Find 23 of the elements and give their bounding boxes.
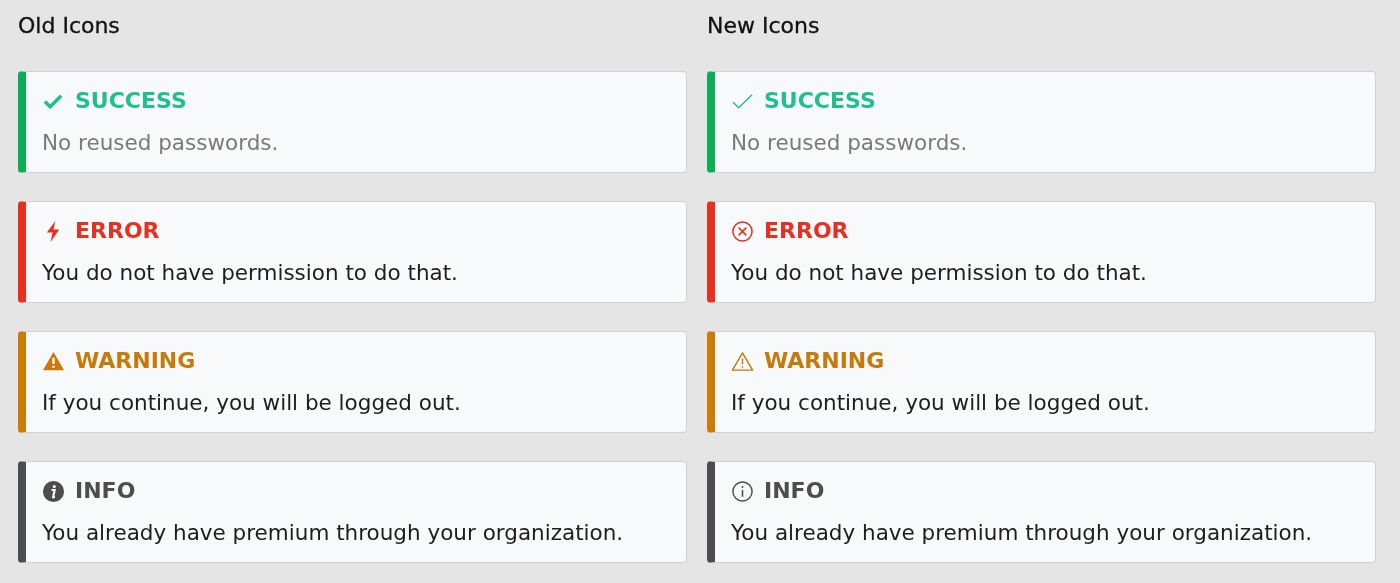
alert-title: WARNING — [75, 347, 196, 375]
column-heading: Old Icons — [18, 12, 121, 40]
alert-message: No reused passwords. — [731, 129, 969, 157]
warning-triangle-icon — [731, 349, 754, 373]
alert-title: INFO — [764, 477, 825, 505]
alert-message: You do not have permission to do that. — [731, 259, 1148, 287]
alert-message: If you continue, you will be logged out. — [731, 389, 1151, 417]
alert-title: WARNING — [764, 347, 885, 375]
alert-message: You do not have permission to do that. — [42, 259, 459, 287]
alert-message: You already have premium through your organization. — [731, 519, 1314, 547]
alert-title: ERROR — [75, 217, 160, 245]
alert-title: SUCCESS — [75, 87, 187, 115]
warning-triangle-icon — [42, 349, 65, 373]
circle-x-icon — [731, 219, 754, 243]
info-icon — [731, 479, 754, 503]
alert-message: You already have premium through your organization. — [42, 519, 625, 547]
alert-message: If you continue, you will be logged out. — [42, 389, 462, 417]
alert-title: INFO — [75, 477, 136, 505]
alert-title: ERROR — [764, 217, 849, 245]
info-icon — [42, 479, 65, 503]
column-heading: New Icons — [707, 12, 821, 40]
alert-message: No reused passwords. — [42, 129, 280, 157]
alert-title: SUCCESS — [764, 87, 876, 115]
